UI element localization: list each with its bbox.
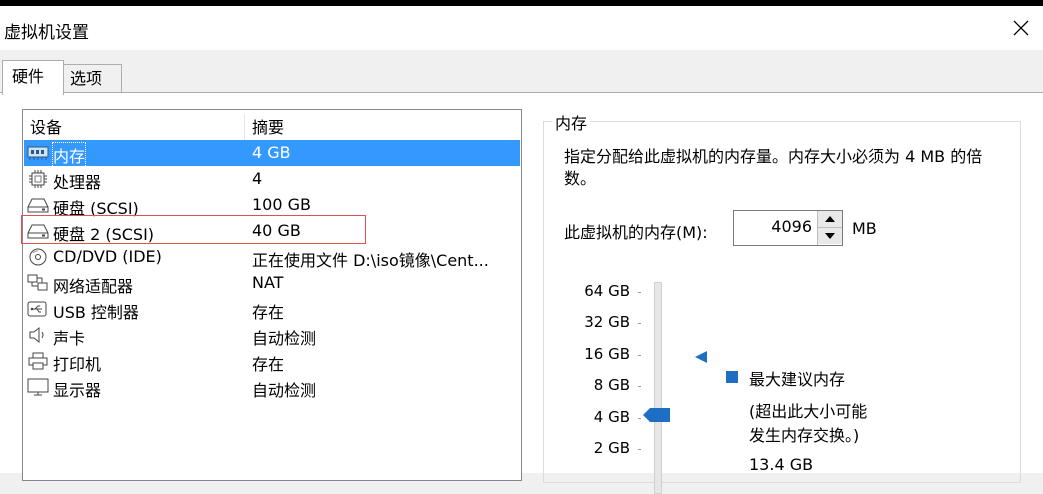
device-name: CD/DVD (IDE) — [53, 247, 162, 266]
tab-options-label: 选项 — [70, 69, 103, 88]
recommended-note-line: (超出此大小可能 — [749, 402, 868, 421]
scale-tick — [638, 292, 641, 293]
device-summary: 100 GB — [252, 195, 311, 214]
memory-group: 内存 指定分配给此虚拟机的内存量。内存大小必须为 4 MB 的倍数。 此虚拟机的… — [543, 110, 1021, 494]
tab-options[interactable]: 选项 — [63, 64, 122, 92]
window-title: 虚拟机设置 — [4, 23, 89, 43]
scale-tick — [638, 449, 641, 450]
arrow-up-icon — [825, 216, 835, 222]
recommended-marker-icon — [695, 351, 707, 363]
device-summary: 自动检测 — [252, 329, 317, 348]
hard-disk-icon — [27, 224, 49, 239]
column-separator[interactable] — [244, 114, 245, 140]
title-bar: 虚拟机设置 — [0, 6, 1043, 50]
device-name: 处理器 — [53, 173, 102, 192]
device-summary: 自动检测 — [252, 381, 317, 400]
spin-up-button[interactable] — [818, 211, 842, 228]
device-name: 硬盘 2 (SCSI) — [53, 225, 155, 244]
display-icon — [27, 378, 49, 396]
column-header-device[interactable]: 设备 — [30, 114, 62, 140]
arrow-down-icon — [825, 233, 835, 239]
device-row-display[interactable]: 显示器 自动检测 — [24, 374, 520, 400]
memory-input[interactable]: 4096 — [733, 210, 843, 246]
device-list[interactable]: 设备 摘要 内存 4 GB 处理器 4 硬盘 (SCSI) 100 GB 硬盘 … — [21, 109, 522, 481]
recommended-value: 13.4 GB — [749, 455, 814, 474]
scale-tick — [638, 355, 641, 356]
device-name: USB 控制器 — [53, 303, 139, 322]
device-name: 声卡 — [53, 329, 86, 348]
device-row-printer[interactable]: 打印机 存在 — [24, 348, 520, 374]
memory-slider-thumb[interactable] — [643, 407, 671, 423]
scale-label: 4 GB — [593, 408, 630, 426]
device-row-usb-controller[interactable]: USB 控制器 存在 — [24, 296, 520, 322]
sound-card-icon — [29, 326, 44, 344]
printer-icon — [28, 352, 48, 370]
recommended-label: 最大建议内存 — [749, 370, 846, 389]
device-row-hard-disk-2[interactable]: 硬盘 2 (SCSI) 40 GB — [24, 218, 520, 244]
cd-dvd-icon — [29, 248, 47, 266]
device-row-memory[interactable]: 内存 4 GB — [24, 140, 520, 168]
scale-label: 64 GB — [584, 282, 630, 300]
device-name: 内存 — [51, 142, 87, 168]
column-header-summary[interactable]: 摘要 — [252, 114, 284, 140]
processor-icon — [29, 170, 47, 188]
usb-icon — [27, 301, 47, 317]
device-summary: 4 GB — [252, 143, 291, 162]
memory-input-value[interactable]: 4096 — [771, 217, 812, 236]
memory-icon — [27, 146, 49, 160]
memory-group-title: 内存 — [552, 110, 591, 134]
scale-tick — [638, 386, 641, 387]
tab-hardware[interactable]: 硬件 — [2, 60, 64, 95]
scale-label: 16 GB — [584, 345, 630, 363]
close-button[interactable] — [997, 6, 1043, 50]
device-summary: 存在 — [252, 303, 285, 322]
device-name: 打印机 — [53, 355, 102, 374]
device-summary: 存在 — [252, 355, 285, 374]
spin-down-button[interactable] — [818, 228, 842, 244]
scale-tick — [638, 323, 641, 324]
network-adapter-icon — [27, 274, 48, 291]
device-row-processor[interactable]: 处理器 4 — [24, 166, 520, 192]
scale-tick — [638, 418, 641, 419]
device-summary: NAT — [252, 273, 284, 292]
recommended-legend-marker — [726, 371, 738, 383]
device-row-network-adapter[interactable]: 网络适配器 NAT — [24, 270, 520, 296]
memory-description: 指定分配给此虚拟机的内存量。内存大小必须为 4 MB 的倍数。 — [564, 147, 983, 188]
scale-label: 8 GB — [593, 376, 630, 394]
device-name: 显示器 — [53, 381, 102, 400]
memory-spinner[interactable] — [817, 211, 842, 245]
device-name: 硬盘 (SCSI) — [53, 199, 139, 218]
device-row-sound-card[interactable]: 声卡 自动检测 — [24, 322, 520, 348]
hard-disk-icon — [27, 198, 49, 213]
memory-slider-track[interactable] — [654, 282, 662, 494]
memory-field-label: 此虚拟机的内存(M): — [564, 223, 708, 242]
scale-label: 2 GB — [593, 439, 630, 457]
recommended-note: (超出此大小可能 发生内存交换。) — [749, 400, 867, 448]
device-summary: 4 — [252, 169, 263, 188]
recommended-note-line: 发生内存交换。) — [749, 426, 860, 445]
device-summary: 正在使用文件 D:\iso镜像\Cent... — [252, 251, 489, 270]
device-row-hard-disk[interactable]: 硬盘 (SCSI) 100 GB — [24, 192, 520, 218]
device-row-cd-dvd[interactable]: CD/DVD (IDE) 正在使用文件 D:\iso镜像\Cent... — [24, 244, 520, 270]
tab-hardware-label: 硬件 — [12, 67, 45, 86]
scale-label: 32 GB — [584, 313, 630, 331]
device-summary: 40 GB — [252, 221, 301, 240]
device-name: 网络适配器 — [53, 277, 134, 296]
close-icon — [1013, 20, 1029, 36]
memory-unit: MB — [852, 219, 877, 238]
